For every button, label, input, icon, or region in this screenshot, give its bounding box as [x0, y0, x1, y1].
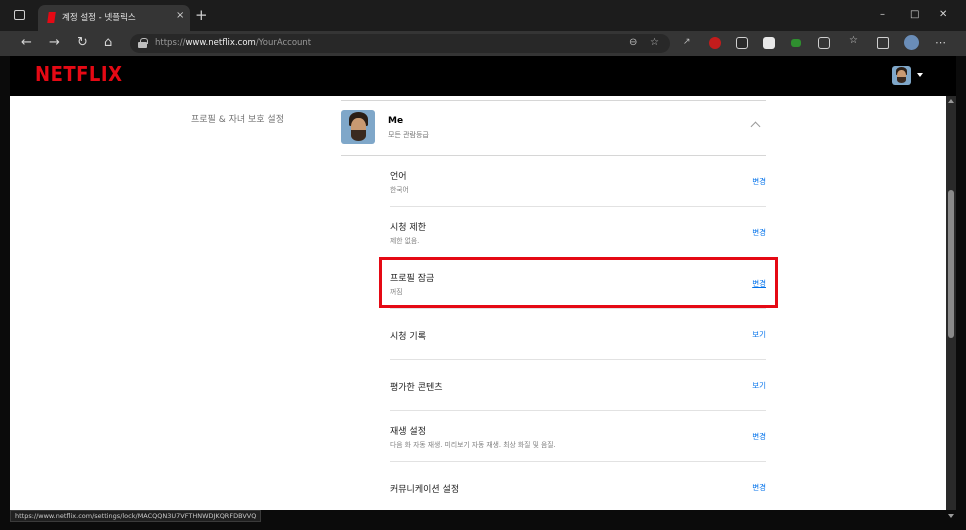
setting-subtitle: 제한 없음.	[390, 237, 420, 245]
netflix-logo[interactable]: NETFLIX	[35, 62, 122, 86]
profile-maturity: 모든 관람등급	[388, 131, 429, 139]
setting-subtitle: 다음 화 자동 재생. 미리보기 자동 재생. 최상 화질 및 음질.	[390, 441, 556, 449]
extensions-puzzle-icon[interactable]	[818, 37, 830, 49]
setting-row-communication: 커뮤니케이션 설정 변경	[390, 462, 766, 510]
netflix-header: NETFLIX	[10, 56, 956, 96]
highlight-annotation-box	[379, 257, 778, 308]
browser-toolbar: ← → ↻ ⌂ https://www.netflix.com/YourAcco…	[0, 31, 966, 56]
reload-button[interactable]: ↻	[77, 35, 88, 51]
account-menu-caret-icon[interactable]	[917, 73, 923, 77]
change-language-link[interactable]: 변경	[752, 176, 766, 187]
back-button[interactable]: ←	[21, 35, 32, 51]
account-page: 프로필 & 자녀 보호 설정 Me 모든 관람등급 언어 한국어 변경 시청 제…	[10, 96, 946, 510]
change-playback-link[interactable]: 변경	[752, 431, 766, 442]
status-bar-url: https://www.netflix.com/settings/lock/MA…	[10, 510, 262, 522]
extension-box-icon[interactable]	[736, 37, 748, 49]
setting-row-language: 언어 한국어 변경	[390, 156, 766, 207]
maximize-button[interactable]: □	[910, 9, 919, 20]
chevron-up-icon[interactable]	[750, 121, 761, 132]
extension-red-icon[interactable]	[709, 37, 721, 49]
setting-title: 커뮤니케이션 설정	[390, 485, 460, 495]
browser-tab-bar: 계정 설정 - 넷플릭스 × + – □ ✕	[0, 0, 966, 31]
tab-close-icon[interactable]: ×	[176, 10, 184, 21]
setting-title: 언어	[390, 172, 407, 182]
change-communication-link[interactable]: 변경	[752, 482, 766, 493]
setting-title: 시청 기록	[390, 332, 426, 342]
setting-subtitle: 한국어	[390, 186, 409, 194]
read-aloud-icon[interactable]: ↗	[683, 37, 695, 49]
scroll-down-arrow-icon[interactable]	[948, 514, 954, 518]
setting-row-ratings: 평가한 콘텐츠 보기	[390, 360, 766, 411]
favorites-icon[interactable]: ☆	[849, 35, 861, 47]
favorite-star-icon[interactable]: ☆	[650, 37, 659, 48]
view-viewing-activity-link[interactable]: 보기	[752, 329, 766, 340]
minimize-button[interactable]: –	[880, 9, 885, 20]
divider	[341, 100, 766, 101]
browser-tab[interactable]: 계정 설정 - 넷플릭스 ×	[38, 5, 190, 31]
change-viewing-restrictions-link[interactable]: 변경	[752, 227, 766, 238]
profile-name: Me	[388, 116, 404, 126]
setting-title: 평가한 콘텐츠	[390, 383, 443, 393]
setting-title: 시청 제한	[390, 223, 426, 233]
section-label: 프로필 & 자녀 보호 설정	[191, 115, 284, 125]
settings-more-icon[interactable]: ⋯	[935, 35, 946, 51]
setting-row-viewing-activity: 시청 기록 보기	[390, 309, 766, 360]
forward-button[interactable]: →	[49, 35, 60, 51]
view-ratings-link[interactable]: 보기	[752, 380, 766, 391]
tab-title: 계정 설정 - 넷플릭스	[62, 13, 136, 23]
new-tab-button[interactable]: +	[195, 6, 208, 24]
browser-profile-avatar-icon[interactable]	[904, 35, 919, 50]
extension-green-icon[interactable]	[791, 39, 801, 47]
setting-title: 재생 설정	[390, 427, 426, 437]
setting-row-playback: 재생 설정 다음 화 자동 재생. 미리보기 자동 재생. 최상 화질 및 음질…	[390, 411, 766, 462]
lock-icon[interactable]	[138, 38, 148, 48]
scrollbar-thumb[interactable]	[948, 190, 954, 338]
close-window-button[interactable]: ✕	[939, 9, 947, 20]
extension-square-icon[interactable]	[763, 37, 775, 49]
profile-avatar[interactable]	[341, 110, 375, 144]
collections-icon[interactable]	[877, 37, 889, 49]
url-text[interactable]: https://www.netflix.com/YourAccount	[155, 38, 311, 48]
tab-actions-icon[interactable]	[14, 10, 25, 20]
zoom-icon[interactable]: ⊖	[629, 37, 637, 48]
setting-row-viewing-restrictions: 시청 제한 제한 없음. 변경	[390, 207, 766, 258]
account-avatar[interactable]	[892, 66, 911, 85]
address-bar[interactable]: https://www.netflix.com/YourAccount ⊖ ☆	[130, 34, 670, 53]
netflix-favicon-icon	[47, 12, 56, 23]
home-button[interactable]: ⌂	[104, 35, 112, 51]
scroll-up-arrow-icon[interactable]	[948, 99, 954, 103]
